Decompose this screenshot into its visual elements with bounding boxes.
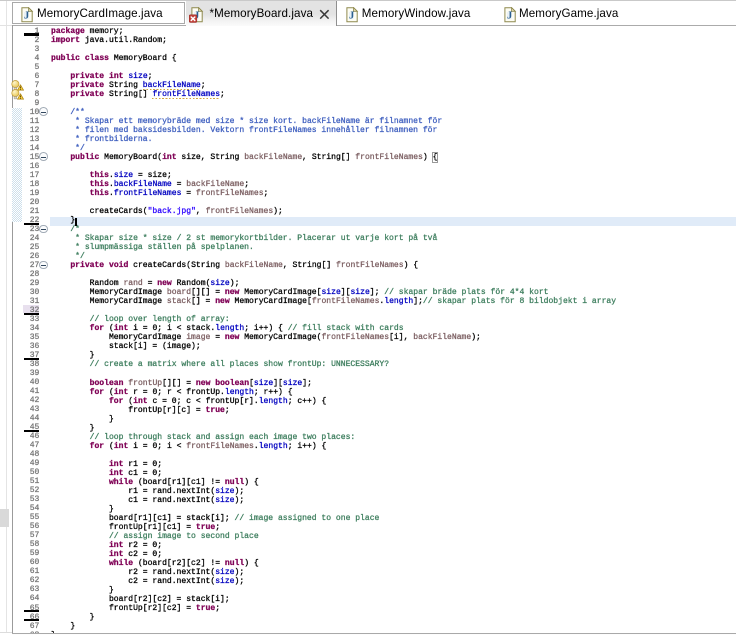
svg-text:J: J bbox=[507, 11, 512, 22]
svg-text:J: J bbox=[24, 10, 29, 21]
svg-text:J: J bbox=[349, 11, 354, 22]
